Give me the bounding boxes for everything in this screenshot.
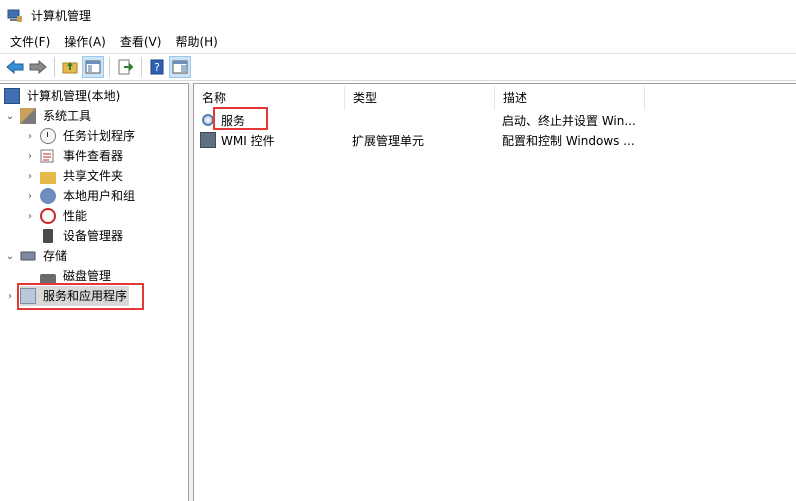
navigation-tree: 计算机管理(本地) ⌄ 系统工具 › 任务计划程序 › 事件查看器 › 共享文件… — [0, 83, 189, 501]
shared-folder-icon — [40, 172, 56, 184]
chevron-right-icon[interactable]: › — [4, 286, 16, 306]
chevron-right-icon[interactable]: › — [24, 166, 36, 186]
list-row-wmi[interactable]: WMI 控件 扩展管理单元 配置和控制 Windows ... — [194, 130, 796, 150]
action-pane-icon — [172, 60, 188, 74]
row-name: WMI 控件 — [221, 133, 275, 148]
computer-icon — [4, 88, 20, 104]
computer-management-icon — [7, 8, 23, 24]
tree-label: 事件查看器 — [63, 149, 124, 163]
tree-item-performance[interactable]: › 性能 — [24, 206, 89, 226]
menu-file[interactable]: 文件(F) — [3, 31, 57, 53]
show-hide-tree-icon — [85, 60, 101, 74]
up-folder-icon — [62, 62, 78, 74]
chevron-right-icon[interactable]: › — [24, 126, 36, 146]
tree-item-disk-management[interactable]: 磁盘管理 — [40, 266, 113, 286]
column-header-type[interactable]: 类型 — [345, 86, 495, 110]
content-list: 名称 类型 描述 服务 启动、终止并设置 Win... WMI 控件 扩展管理单… — [193, 83, 796, 501]
forward-icon — [29, 60, 47, 74]
list-header: 名称 类型 描述 — [194, 86, 796, 110]
tree-label: 设备管理器 — [63, 229, 124, 243]
column-header-name[interactable]: 名称 — [194, 86, 345, 110]
menu-view[interactable]: 查看(V) — [113, 31, 169, 53]
gear-icon — [200, 112, 216, 128]
performance-icon — [40, 208, 56, 224]
row-description: 配置和控制 Windows ... — [502, 133, 635, 148]
tree-label: 本地用户和组 — [63, 189, 136, 203]
tree-item-device-manager[interactable]: 设备管理器 — [40, 226, 125, 246]
users-icon — [40, 188, 56, 204]
tree-item-local-users[interactable]: › 本地用户和组 — [24, 186, 137, 206]
window-title: 计算机管理 — [31, 9, 92, 23]
tree-label: 存储 — [43, 249, 68, 263]
wmi-icon — [200, 132, 216, 148]
export-list-button[interactable] — [114, 56, 136, 78]
name-cell: 服务 — [194, 112, 345, 129]
menu-bar: 文件(F) 操作(A) 查看(V) 帮助(H) — [0, 31, 796, 53]
disk-icon — [40, 274, 56, 284]
tree-label: 任务计划程序 — [63, 129, 136, 143]
back-button[interactable] — [4, 56, 26, 78]
services-apps-icon — [20, 288, 36, 304]
chevron-down-icon[interactable]: ⌄ — [4, 246, 16, 266]
device-manager-icon — [43, 229, 53, 243]
up-folder-button[interactable] — [59, 56, 81, 78]
chevron-right-icon[interactable]: › — [24, 186, 36, 206]
tree-item-services-apps[interactable]: 服务和应用程序 — [20, 286, 130, 306]
tree-label: 服务和应用程序 — [43, 289, 128, 303]
tree-label: 计算机管理(本地) — [27, 89, 121, 103]
clock-icon — [40, 128, 56, 144]
row-type: 扩展管理单元 — [352, 133, 425, 148]
show-hide-tree-button[interactable] — [82, 56, 104, 78]
name-cell: WMI 控件 — [194, 132, 345, 149]
action-pane-button[interactable] — [169, 56, 191, 78]
tree-label: 磁盘管理 — [63, 269, 112, 283]
chevron-down-icon[interactable]: ⌄ — [4, 106, 16, 126]
menu-help[interactable]: 帮助(H) — [168, 31, 224, 53]
help-icon: ? — [150, 59, 164, 75]
svg-text:?: ? — [154, 61, 160, 74]
tools-icon — [20, 108, 36, 124]
title-bar: 计算机管理 — [0, 0, 796, 31]
tree-item-system-tools[interactable]: ⌄ 系统工具 — [4, 106, 93, 126]
toolbar: ? — [0, 53, 796, 81]
chevron-right-icon[interactable]: › — [24, 206, 36, 226]
column-header-description[interactable]: 描述 — [495, 86, 645, 110]
list-row-services[interactable]: 服务 启动、终止并设置 Win... — [194, 110, 796, 130]
help-button[interactable]: ? — [146, 56, 168, 78]
event-viewer-icon — [40, 148, 56, 164]
tree-item-event-viewer[interactable]: › 事件查看器 — [24, 146, 125, 166]
export-list-icon — [118, 59, 133, 75]
forward-button[interactable] — [27, 56, 49, 78]
toolbar-separator — [141, 57, 142, 77]
row-description: 启动、终止并设置 Win... — [502, 113, 636, 128]
storage-icon — [20, 248, 36, 264]
tree-label: 性能 — [63, 209, 88, 223]
menu-action[interactable]: 操作(A) — [57, 31, 113, 53]
tree-item-storage[interactable]: ⌄ 存储 — [4, 246, 69, 266]
toolbar-separator — [109, 57, 110, 77]
toolbar-separator — [54, 57, 55, 77]
row-name: 服务 — [221, 113, 246, 128]
back-icon — [6, 60, 24, 74]
tree-label: 共享文件夹 — [63, 169, 124, 183]
chevron-right-icon[interactable]: › — [24, 146, 36, 166]
tree-item-root[interactable]: 计算机管理(本地) — [4, 86, 122, 106]
tree-label: 系统工具 — [43, 109, 92, 123]
tree-item-shared-folders[interactable]: › 共享文件夹 — [24, 166, 125, 186]
tree-item-task-scheduler[interactable]: › 任务计划程序 — [24, 126, 137, 146]
